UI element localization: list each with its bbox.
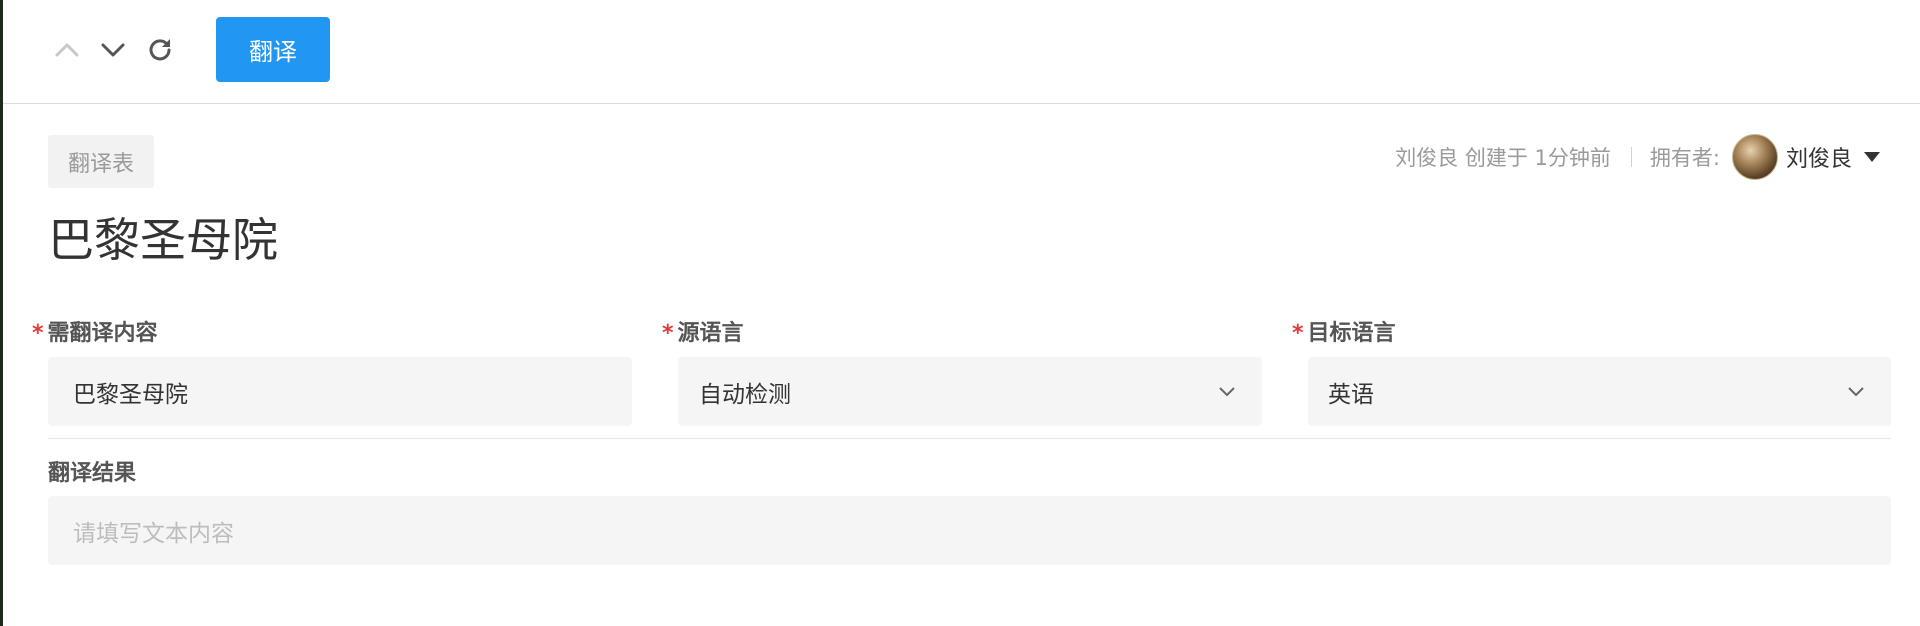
source-lang-label-text: 源语言 bbox=[677, 321, 744, 346]
chevron-up-icon[interactable] bbox=[47, 30, 87, 70]
required-mark: * bbox=[662, 321, 674, 346]
content-value: 巴黎圣母院 bbox=[73, 381, 188, 408]
doc-type-tag: 翻译表 bbox=[48, 135, 154, 188]
content-input[interactable]: 巴黎圣母院 bbox=[48, 357, 632, 426]
translate-button[interactable]: 翻译 bbox=[216, 17, 330, 82]
target-lang-select[interactable]: 英语 bbox=[1308, 357, 1891, 426]
avatar[interactable] bbox=[1731, 134, 1778, 180]
caret-down-icon[interactable] bbox=[1864, 152, 1880, 162]
chevron-down-icon bbox=[1219, 387, 1235, 397]
required-mark: * bbox=[32, 321, 44, 346]
target-lang-label: * 目标语言 bbox=[1292, 315, 1396, 347]
target-lang-value: 英语 bbox=[1328, 381, 1374, 408]
source-lang-select[interactable]: 自动检测 bbox=[678, 357, 1262, 426]
owner-label: 拥有者: bbox=[1649, 146, 1720, 170]
refresh-icon[interactable] bbox=[140, 30, 180, 70]
page-title: 巴黎圣母院 bbox=[48, 213, 278, 267]
result-label: 翻译结果 bbox=[48, 461, 137, 486]
chevron-down-icon bbox=[1848, 387, 1864, 397]
row-divider bbox=[48, 438, 1891, 439]
toolbar: 翻译 bbox=[3, 0, 1920, 104]
content-label-text: 需翻译内容 bbox=[47, 321, 158, 346]
content-field-label: * 需翻译内容 bbox=[32, 315, 158, 347]
owner-name[interactable]: 刘俊良 bbox=[1786, 141, 1852, 173]
doc-meta: 刘俊良 创建于 1分钟前 拥有者: 刘俊良 bbox=[1395, 133, 1880, 181]
result-placeholder: 请填写文本内容 bbox=[73, 520, 234, 547]
source-lang-label: * 源语言 bbox=[662, 315, 744, 347]
creator-info: 刘俊良 创建于 1分钟前 bbox=[1395, 146, 1611, 170]
chevron-down-icon[interactable] bbox=[93, 30, 133, 70]
meta-divider bbox=[1630, 147, 1632, 167]
result-textarea[interactable]: 请填写文本内容 bbox=[48, 496, 1891, 565]
required-mark: * bbox=[1292, 321, 1304, 346]
source-lang-value: 自动检测 bbox=[699, 381, 791, 408]
target-lang-label-text: 目标语言 bbox=[1307, 321, 1396, 346]
